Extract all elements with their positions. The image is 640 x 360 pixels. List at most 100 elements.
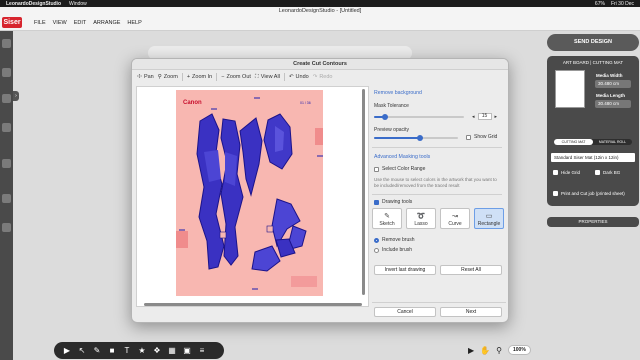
rectangle-tool-icon: ▭ [485,213,493,220]
vertical-scroll-thumb[interactable] [362,89,365,295]
mask-tolerance-stepper[interactable]: ◂ 15 ▸ [472,113,497,120]
artwork-image: Canon 01 / 36 [176,90,323,296]
curve-icon: ↝ [452,213,458,220]
next-button[interactable]: Next [440,307,502,317]
rectangle-tool-button[interactable]: ▭ Rectangle [474,208,504,229]
remove-background-heading: Remove background [374,90,422,96]
dark-bg-label: Dark BG [603,170,621,175]
media-mode-switch[interactable]: CUTTING MAT MATERIAL ROLL [554,139,632,145]
preview-horizontal-scrollbar[interactable] [140,303,364,307]
collapse-sidebar-button[interactable]: › [13,91,19,101]
media-width-field[interactable]: 30.480 cm [595,80,631,88]
grid-icon[interactable]: ▦ [167,346,177,355]
select-arrow-icon[interactable]: ▶ [62,346,72,355]
show-grid-checkbox[interactable]: Show Grid [466,134,497,140]
toolbar-separator [216,73,218,81]
mask-tolerance-slider[interactable] [374,114,464,120]
pen-icon[interactable]: ✎ [92,346,102,355]
view-all-button[interactable]: ⛶ View All [255,74,280,81]
image-tool-icon[interactable] [2,68,11,77]
hide-grid-label: Hide Grid [561,170,581,175]
dark-bg-checkbox[interactable]: Dark BG [595,170,620,175]
pan-button[interactable]: ☩ Pan [137,74,154,80]
preview-vertical-scrollbar[interactable] [361,86,366,300]
pan-icon: ☩ [137,74,142,80]
select-color-range-checkbox[interactable]: Select Color Range [374,166,425,172]
menu-edit[interactable]: EDIT [74,20,87,26]
toolbar-separator [181,73,183,81]
undo-icon: ↶ [288,74,294,80]
menubar-window[interactable]: Window [69,1,87,7]
media-length-field[interactable]: 30.480 cm [595,100,631,108]
lasso-tool-button[interactable]: ➰ Lasso [406,208,436,229]
zoom-button[interactable]: ⚲ Zoom [158,74,178,80]
reset-all-button[interactable]: Reset All [440,265,502,275]
mode-material-roll[interactable]: MATERIAL ROLL [593,139,632,145]
user-icon[interactable] [2,223,11,232]
remove-brush-radio[interactable]: Remove brush [374,237,415,243]
menubar-status: 67% Fri 30 Dec [595,1,634,7]
sketch-icon: ✎ [384,213,390,220]
print-and-cut-checkbox[interactable]: Print and Cut job (printed sheet) [553,191,625,196]
send-design-button[interactable]: SEND DESIGN [547,34,639,51]
zoom-out-button[interactable]: − Zoom Out [221,74,251,80]
home-icon[interactable] [2,39,11,48]
node-edit-icon[interactable]: ↖ [77,346,87,355]
layers-icon[interactable] [2,194,11,203]
preview-opacity-knob[interactable] [417,135,424,141]
artwork-page-label: 01 / 36 [300,101,311,105]
hand-icon[interactable]: ✋ [480,346,490,355]
sketch-label: Sketch [379,221,395,227]
mask-tolerance-value[interactable]: 15 [477,113,492,120]
bottom-toolbar: ▶ ↖ ✎ ■ T ★ ❖ ▦ ▣ ≡ [54,342,224,359]
pointer-icon[interactable]: ▶ [468,346,474,355]
media-length-label: Media Length [596,93,625,98]
dialog-toolbar: ☩ Pan ⚲ Zoom + Zoom In − Zoom Out ⛶ View All … [132,70,368,84]
battery-status: 67% [594,0,605,7]
menubar-app-name[interactable]: LeonardoDesignStudio [6,1,61,7]
text-icon[interactable]: T [122,346,132,355]
menu-help[interactable]: HELP [127,20,141,26]
zoom-in-button[interactable]: + Zoom In [187,74,212,80]
lasso-label: Lasso [414,221,428,227]
folder-icon[interactable] [2,159,11,168]
gallery-icon[interactable] [2,123,11,132]
menubar-clock: Fri 30 Dec [610,0,634,7]
cancel-button[interactable]: Cancel [374,307,436,317]
properties-header[interactable]: PROPERTIES [547,217,639,227]
rectangle-label: Rectangle [477,221,501,227]
siser-logo: Siser [2,17,22,28]
advanced-masking-heading: Advanced Masking tools [374,154,431,160]
mode-cutting-mat[interactable]: CUTTING MAT [554,139,593,145]
horizontal-scroll-thumb[interactable] [144,303,362,306]
hide-grid-checkbox[interactable]: Hide Grid [553,170,580,175]
lightbulb-icon[interactable] [2,94,11,103]
zoom-level[interactable]: 100% [507,345,531,355]
menu-file[interactable]: FILE [34,20,46,26]
section-divider [372,194,502,195]
preview-opacity-slider[interactable] [374,135,458,141]
mat-select[interactable]: Standard Siser Mat (12in x 12in) [551,153,635,162]
curve-tool-button[interactable]: ↝ Curve [440,208,470,229]
rectangle-icon[interactable]: ■ [107,346,117,355]
magnifier-icon[interactable]: ⚲ [496,346,502,355]
menu-arrange[interactable]: ARRANGE [93,20,120,26]
mask-tolerance-knob[interactable] [381,114,388,120]
increment-icon[interactable]: ▸ [495,114,498,120]
image-icon[interactable]: ▣ [182,346,192,355]
undo-button[interactable]: ↶ Undo [289,74,309,80]
include-brush-radio[interactable]: Include brush [374,247,412,253]
shapes-icon[interactable]: ❖ [152,346,162,355]
invert-last-drawing-button[interactable]: Invert last drawing [374,265,436,275]
star-icon[interactable]: ★ [137,346,147,355]
menu-view[interactable]: VIEW [53,20,67,26]
artwork-preview[interactable]: Canon 01 / 36 [136,86,369,307]
drawing-tools-checkbox[interactable]: Drawing tools [374,199,412,205]
align-icon[interactable]: ≡ [197,346,207,355]
sketch-tool-button[interactable]: ✎ Sketch [372,208,402,229]
undo-label: Undo [295,74,309,80]
redo-button[interactable]: ↷ Redo [313,74,333,80]
artboard-tabs[interactable]: ART BOARD | CUTTING MAT [547,60,639,65]
decrement-icon[interactable]: ◂ [472,114,475,120]
drawing-tools-label: Drawing tools [382,199,413,205]
